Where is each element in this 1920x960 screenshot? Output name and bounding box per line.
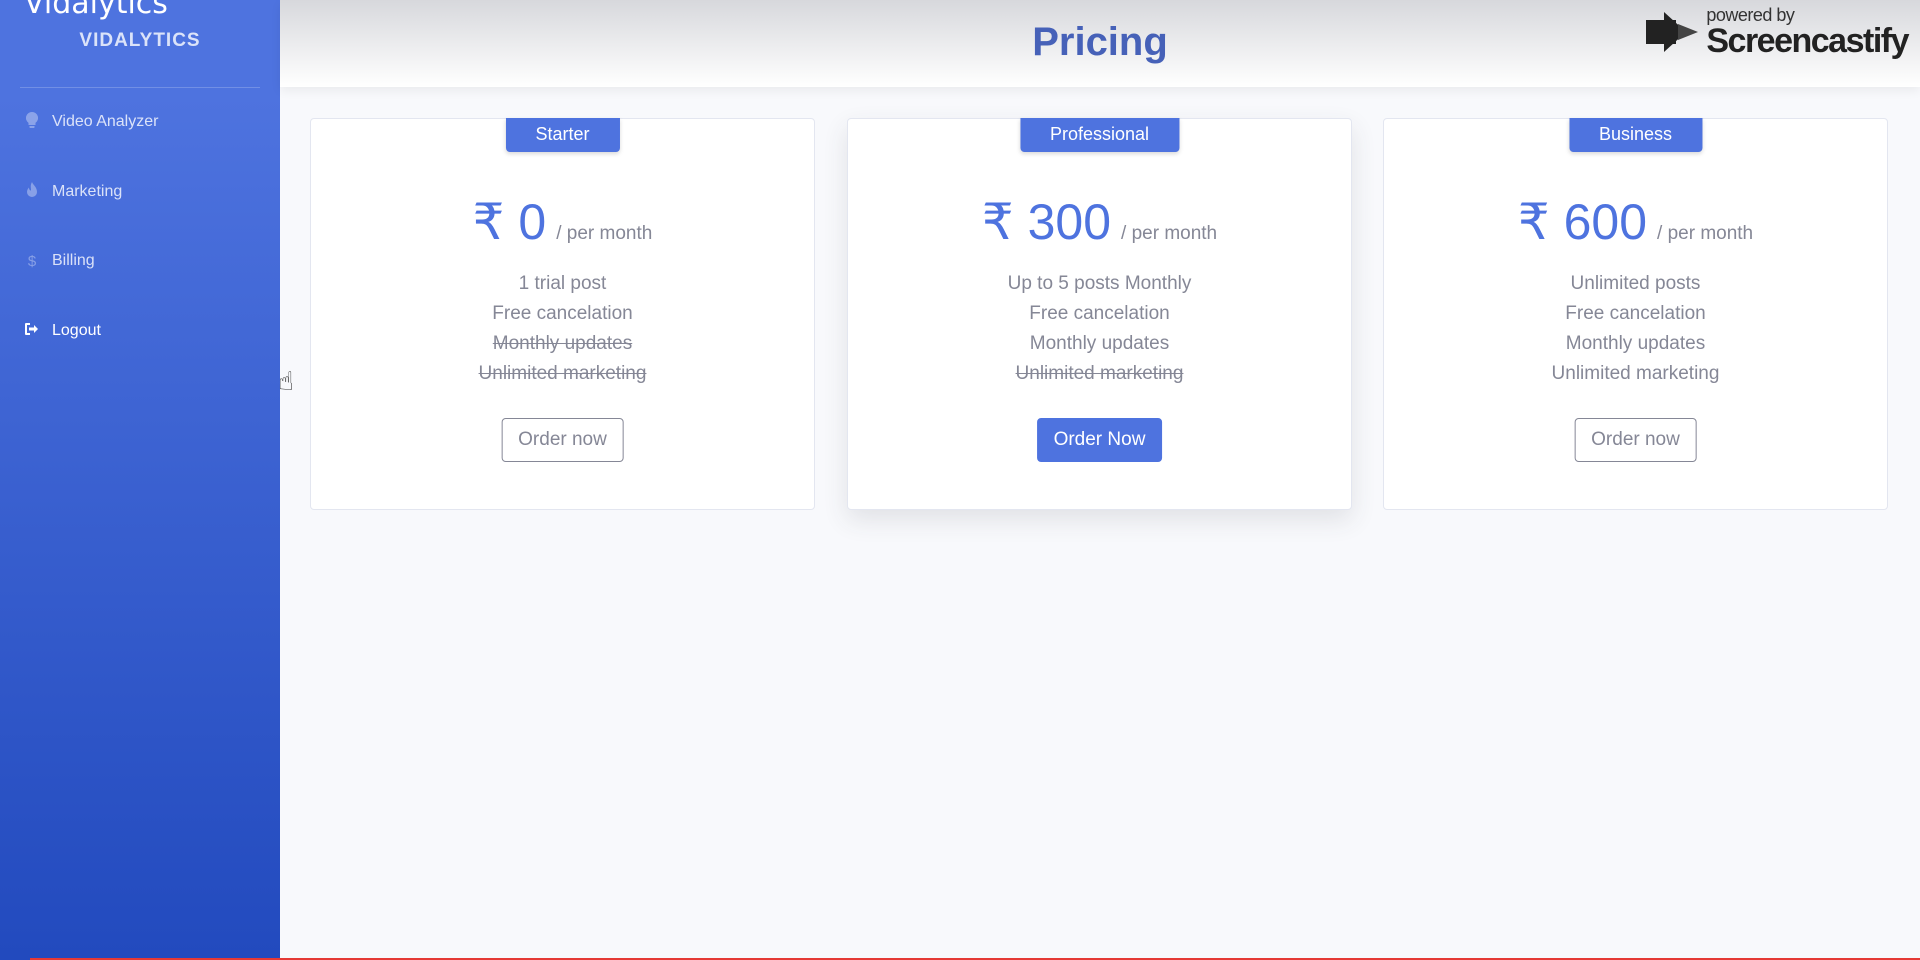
- price-row: ₹ 0 / per month: [311, 193, 814, 251]
- feature-item: Unlimited marketing: [1551, 363, 1720, 384]
- order-now-button[interactable]: Order Now: [1036, 418, 1163, 462]
- feature-item: Up to 5 posts Monthly: [1007, 273, 1192, 294]
- price-row: ₹ 600 / per month: [1384, 193, 1887, 251]
- price-period: / per month: [556, 223, 653, 244]
- lightbulb-icon: [22, 111, 42, 132]
- feature-list: 1 trial post Free cancelation Monthly up…: [311, 269, 814, 389]
- price-period: / per month: [1121, 223, 1218, 244]
- fire-icon: [22, 182, 42, 202]
- price-period: / per month: [1657, 223, 1754, 244]
- plan-name-badge: Business: [1568, 118, 1703, 152]
- feature-item: Free cancelation: [1565, 303, 1706, 324]
- pricing-card-business: Business ₹ 600 / per month Unlimited pos…: [1383, 118, 1888, 510]
- sidebar-divider: [20, 87, 260, 88]
- feature-item: Monthly updates: [1565, 333, 1706, 354]
- pricing-card-starter: Starter ₹ 0 / per month 1 trial post Fre…: [310, 118, 815, 510]
- price-row: ₹ 300 / per month: [848, 193, 1351, 251]
- watermark-brand: Screencastify: [1706, 22, 1909, 60]
- price-amount: ₹ 0: [472, 194, 547, 250]
- order-now-button[interactable]: Order now: [501, 418, 624, 462]
- sidebar-item-marketing[interactable]: Marketing: [22, 182, 122, 202]
- feature-item-excluded: Unlimited marketing: [1015, 363, 1184, 384]
- price-amount: ₹ 600: [1517, 194, 1648, 250]
- feature-item-excluded: Unlimited marketing: [478, 363, 647, 384]
- dollar-icon: $: [27, 252, 37, 270]
- plan-name-badge: Starter: [505, 118, 620, 152]
- sidebar-item-label: Marketing: [52, 183, 123, 200]
- plan-name-badge: Professional: [1019, 118, 1180, 152]
- app-overlay-title: Vidalytics: [24, 0, 168, 21]
- feature-item: 1 trial post: [518, 273, 607, 294]
- feature-item: Free cancelation: [492, 303, 633, 324]
- sidebar-item-label: Logout: [52, 322, 101, 339]
- topbar: Pricing powered by Screencastify: [280, 0, 1920, 87]
- feature-list: Up to 5 posts Monthly Free cancelation M…: [848, 269, 1351, 389]
- sidebar-item-logout[interactable]: Logout: [22, 322, 101, 340]
- screencastify-logo-icon: [1646, 12, 1699, 52]
- sidebar: Vidalytics VIDALYTICS Video Analyzer Mar…: [0, 0, 280, 960]
- sidebar-item-video-analyzer[interactable]: Video Analyzer: [22, 111, 159, 132]
- pricing-card-professional: Professional ₹ 300 / per month Up to 5 p…: [847, 118, 1352, 510]
- sidebar-item-label: Video Analyzer: [52, 113, 159, 130]
- order-now-button[interactable]: Order now: [1574, 418, 1697, 462]
- screencastify-watermark: powered by Screencastify: [1644, 6, 1909, 60]
- feature-item-excluded: Monthly updates: [492, 333, 633, 354]
- sidebar-item-billing[interactable]: $ Billing: [22, 252, 95, 270]
- feature-list: Unlimited posts Free cancelation Monthly…: [1384, 269, 1887, 389]
- hand-cursor-icon: ☝: [278, 366, 294, 396]
- price-amount: ₹ 300: [981, 194, 1112, 250]
- sidebar-item-label: Billing: [52, 252, 95, 269]
- sign-out-icon: [22, 322, 42, 340]
- feature-item: Unlimited posts: [1570, 273, 1701, 294]
- feature-item: Monthly updates: [1029, 333, 1170, 354]
- sidebar-brand[interactable]: VIDALYTICS: [0, 30, 280, 52]
- feature-item: Free cancelation: [1029, 303, 1170, 324]
